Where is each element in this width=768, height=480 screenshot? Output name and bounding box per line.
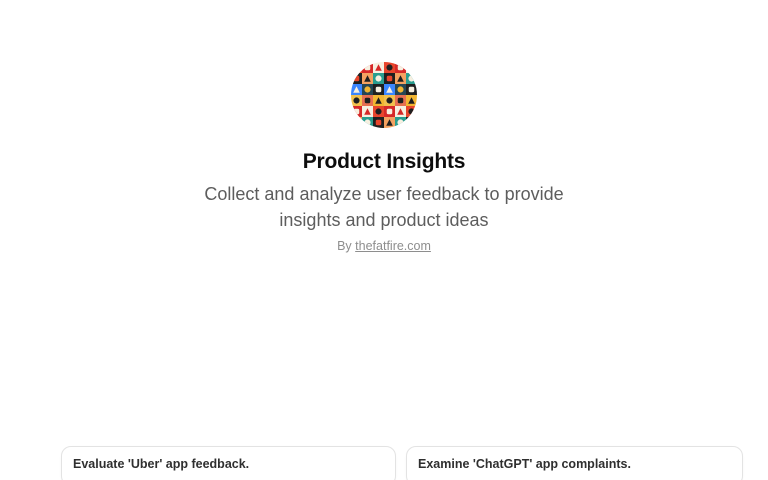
byline-prefix: By bbox=[337, 239, 352, 253]
gpt-landing-page: Product Insights Collect and analyze use… bbox=[0, 0, 768, 480]
starter-button-uber[interactable]: Evaluate 'Uber' app feedback. bbox=[61, 446, 396, 480]
gpt-byline: By thefatfire.com bbox=[0, 239, 768, 253]
gpt-description: Collect and analyze user feedback to pro… bbox=[204, 184, 564, 230]
product-insights-icon-grid-avatar bbox=[351, 62, 417, 128]
gpt-hero: Product Insights Collect and analyze use… bbox=[0, 62, 768, 253]
author-link[interactable]: thefatfire.com bbox=[355, 239, 431, 253]
starter-button-chatgpt[interactable]: Examine 'ChatGPT' app complaints. bbox=[406, 446, 743, 480]
gpt-avatar bbox=[351, 62, 417, 128]
conversation-starters: Evaluate 'Uber' app feedback. Examine 'C… bbox=[61, 446, 745, 480]
gpt-title: Product Insights bbox=[302, 150, 466, 173]
